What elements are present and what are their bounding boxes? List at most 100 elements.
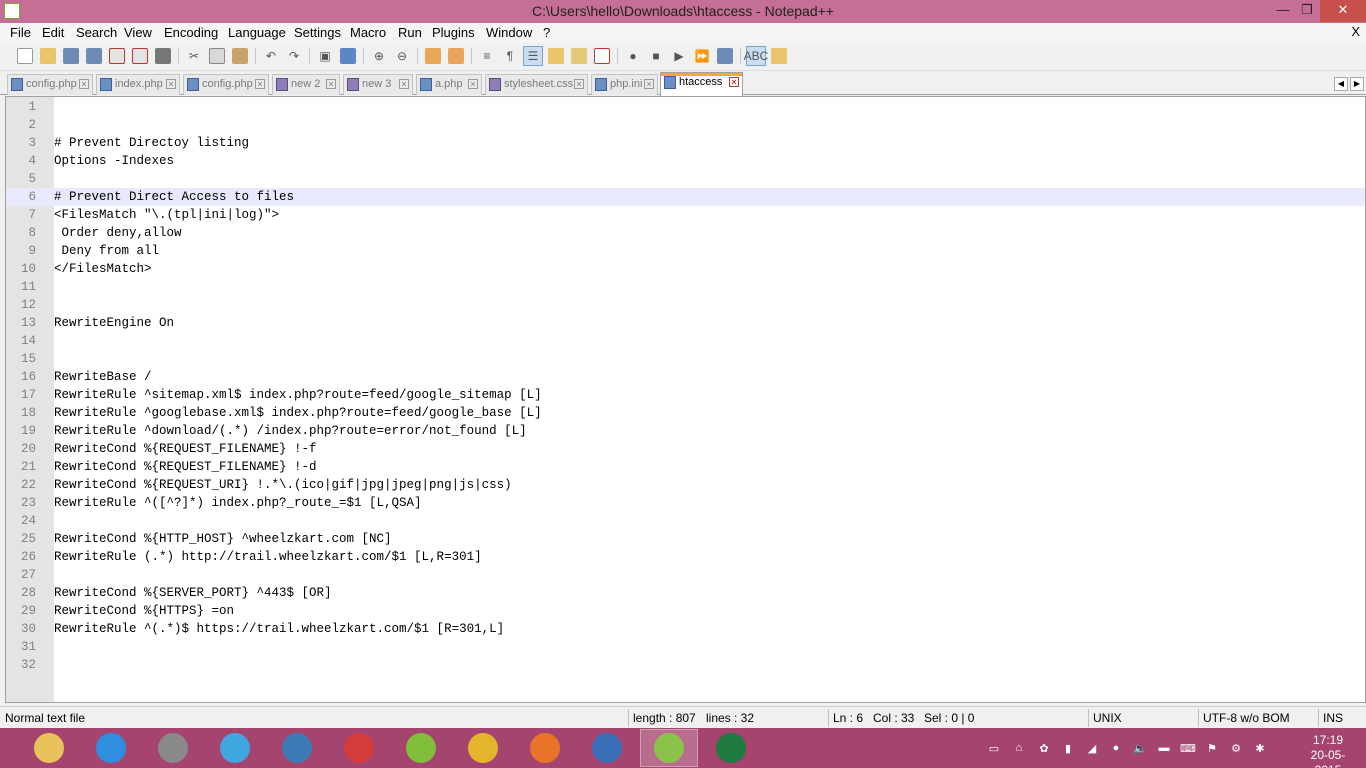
record-macro-icon[interactable]: ● bbox=[623, 46, 643, 66]
taskbar-button[interactable] bbox=[330, 729, 388, 767]
taskbar-button[interactable] bbox=[640, 729, 698, 767]
play-macro-icon[interactable]: ▶ bbox=[669, 46, 689, 66]
save-macro-icon[interactable] bbox=[715, 46, 735, 66]
new-file-icon[interactable] bbox=[15, 46, 35, 66]
tab-close-icon[interactable]: × bbox=[644, 79, 654, 89]
editor-line[interactable]: 9 Deny from all bbox=[6, 242, 1365, 260]
editor-line[interactable]: 11 bbox=[6, 278, 1365, 296]
close-button[interactable]: ✕ bbox=[1320, 0, 1366, 22]
editor-line[interactable]: 13 RewriteEngine On bbox=[6, 314, 1365, 332]
tab-close-icon[interactable]: × bbox=[166, 79, 176, 89]
taskbar-button[interactable] bbox=[392, 729, 450, 767]
sync-vertical-icon[interactable] bbox=[423, 46, 443, 66]
editor-line[interactable]: 6 # Prevent Direct Access to files bbox=[6, 188, 1365, 206]
menu-settings[interactable]: Settings bbox=[294, 25, 341, 40]
minimize-button[interactable]: — bbox=[1270, 0, 1296, 22]
print-icon[interactable] bbox=[153, 46, 173, 66]
editor-line[interactable]: 23 RewriteRule ^([^?]*) index.php?_route_… bbox=[6, 494, 1365, 512]
menu-encoding[interactable]: Encoding bbox=[164, 25, 218, 40]
undo-icon[interactable]: ↶ bbox=[261, 46, 281, 66]
editor-line[interactable]: 1 bbox=[6, 98, 1365, 116]
menu-view[interactable]: View bbox=[124, 25, 152, 40]
taskbar-button[interactable] bbox=[82, 729, 140, 767]
find-icon[interactable]: ▣ bbox=[315, 46, 335, 66]
encoding-label[interactable]: UTF-8 w/o BOM bbox=[1203, 711, 1290, 725]
tab-close-icon[interactable]: × bbox=[729, 77, 739, 87]
editor-line[interactable]: 3 # Prevent Directoy listing bbox=[6, 134, 1365, 152]
editor-line[interactable]: 16 RewriteBase / bbox=[6, 368, 1365, 386]
antivirus-icon[interactable]: ● bbox=[1108, 740, 1124, 756]
tab-scroll-left-button[interactable]: ◀ bbox=[1334, 77, 1348, 91]
editor[interactable]: 1 2 3 # Prevent Directoy listing 4 Options -I… bbox=[5, 96, 1366, 703]
document-map-icon[interactable] bbox=[569, 46, 589, 66]
word-wrap-icon[interactable]: ≡ bbox=[477, 46, 497, 66]
editor-line[interactable]: 17 RewriteRule ^sitemap.xml$ index.php?ro… bbox=[6, 386, 1365, 404]
settings-tray-icon[interactable]: ✿ bbox=[1036, 740, 1052, 756]
editor-line[interactable]: 5 bbox=[6, 170, 1365, 188]
editor-line[interactable]: 2 bbox=[6, 116, 1365, 134]
signal-icon[interactable]: ◢ bbox=[1084, 740, 1100, 756]
replace-icon[interactable] bbox=[338, 46, 358, 66]
save-all-icon[interactable] bbox=[84, 46, 104, 66]
action-center-icon[interactable]: ▭ bbox=[986, 740, 1002, 756]
tab-close-icon[interactable]: × bbox=[574, 79, 584, 89]
tab-php-ini[interactable]: php.ini × bbox=[591, 74, 658, 95]
network-share-icon[interactable]: ⌂ bbox=[1011, 740, 1027, 756]
editor-line[interactable]: 19 RewriteRule ^download/(.*) /index.php?… bbox=[6, 422, 1365, 440]
menu-plugins[interactable]: Plugins bbox=[432, 25, 475, 40]
editor-line[interactable]: 22 RewriteCond %{REQUEST_URI} !.*\.(ico|g… bbox=[6, 476, 1365, 494]
indent-guide-icon[interactable]: ☰ bbox=[523, 46, 543, 66]
volume-icon[interactable]: 🔈 bbox=[1132, 740, 1148, 756]
tab-config-php-2[interactable]: config.php × bbox=[183, 74, 269, 95]
tools-icon[interactable]: ⚙ bbox=[1228, 740, 1244, 756]
flag-icon[interactable]: ⚑ bbox=[1204, 740, 1220, 756]
tab-htaccess[interactable]: htaccess × bbox=[660, 72, 743, 96]
menu-language[interactable]: Language bbox=[228, 25, 286, 40]
save-icon[interactable] bbox=[61, 46, 81, 66]
editor-line[interactable]: 10 </FilesMatch> bbox=[6, 260, 1365, 278]
function-list-icon[interactable] bbox=[592, 46, 612, 66]
bluetooth-icon[interactable]: ✱ bbox=[1252, 740, 1268, 756]
taskbar-button[interactable] bbox=[702, 729, 760, 767]
open-file-icon[interactable] bbox=[38, 46, 58, 66]
battery-icon[interactable]: ▮ bbox=[1060, 740, 1076, 756]
editor-line[interactable]: 26 RewriteRule (.*) http://trail.wheelzka… bbox=[6, 548, 1365, 566]
editor-line[interactable]: 7 <FilesMatch "\.(tpl|ini|log)"> bbox=[6, 206, 1365, 224]
taskbar-button[interactable] bbox=[144, 729, 202, 767]
menu-run[interactable]: Run bbox=[398, 25, 422, 40]
editor-line[interactable]: 20 RewriteCond %{REQUEST_FILENAME} !-f bbox=[6, 440, 1365, 458]
taskbar-button[interactable] bbox=[454, 729, 512, 767]
editor-line[interactable]: 29 RewriteCond %{HTTPS} =on bbox=[6, 602, 1365, 620]
tab-new-3[interactable]: new 3 × bbox=[343, 74, 413, 95]
taskbar-button[interactable] bbox=[268, 729, 326, 767]
display-icon[interactable]: ▬ bbox=[1156, 740, 1172, 756]
plugin-icon[interactable] bbox=[769, 46, 789, 66]
eol-format-label[interactable]: UNIX bbox=[1093, 711, 1122, 725]
taskbar-button[interactable] bbox=[578, 729, 636, 767]
clock[interactable]: 17:19 20-05-2015 bbox=[1298, 733, 1358, 768]
cut-icon[interactable]: ✂ bbox=[184, 46, 204, 66]
tab-stylesheet-css[interactable]: stylesheet.css × bbox=[485, 74, 588, 95]
editor-line[interactable]: 24 bbox=[6, 512, 1365, 530]
redo-icon[interactable]: ↷ bbox=[284, 46, 304, 66]
editor-line[interactable]: 14 bbox=[6, 332, 1365, 350]
taskbar-button[interactable] bbox=[20, 729, 78, 767]
tab-close-icon[interactable]: × bbox=[255, 79, 265, 89]
editor-line[interactable]: 4 Options -Indexes bbox=[6, 152, 1365, 170]
editor-line[interactable]: 25 RewriteCond %{HTTP_HOST} ^wheelzkart.c… bbox=[6, 530, 1365, 548]
editor-line[interactable]: 15 bbox=[6, 350, 1365, 368]
menu-macro[interactable]: Macro bbox=[350, 25, 386, 40]
user-language-icon[interactable] bbox=[546, 46, 566, 66]
copy-icon[interactable] bbox=[207, 46, 227, 66]
insert-mode-label[interactable]: INS bbox=[1323, 711, 1343, 725]
editor-line[interactable]: 31 bbox=[6, 638, 1365, 656]
stop-macro-icon[interactable]: ■ bbox=[646, 46, 666, 66]
run-macro-multiple-icon[interactable]: ⏩ bbox=[692, 46, 712, 66]
editor-line[interactable]: 18 RewriteRule ^googlebase.xml$ index.php… bbox=[6, 404, 1365, 422]
close-document-button[interactable]: X bbox=[1351, 24, 1360, 39]
menu-search[interactable]: Search bbox=[76, 25, 117, 40]
editor-line[interactable]: 30 RewriteRule ^(.*)$ https://trail.wheel… bbox=[6, 620, 1365, 638]
editor-line[interactable]: 12 bbox=[6, 296, 1365, 314]
spell-check-icon[interactable]: ABC bbox=[744, 46, 768, 66]
editor-line[interactable]: 21 RewriteCond %{REQUEST_FILENAME} !-d bbox=[6, 458, 1365, 476]
